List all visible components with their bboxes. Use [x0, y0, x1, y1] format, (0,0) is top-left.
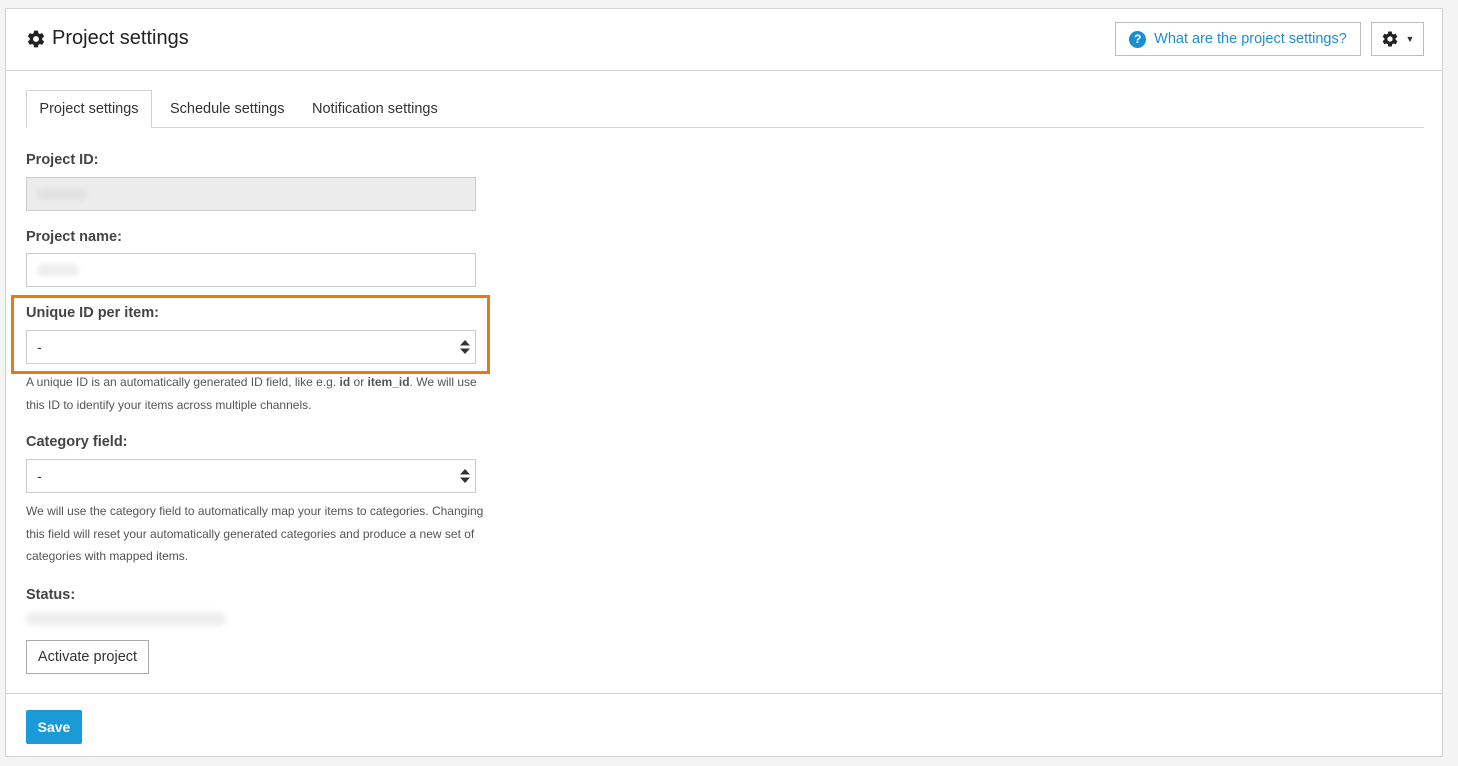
page-title: Project settings — [52, 27, 189, 49]
select-arrows-icon — [460, 469, 470, 483]
category-help: We will use the category field to automa… — [26, 504, 484, 563]
settings-panel: Project settings ? What are the project … — [5, 8, 1443, 757]
category-select[interactable]: - — [26, 459, 476, 493]
redacted-value — [37, 188, 87, 200]
select-arrows-icon — [460, 340, 470, 354]
help-button[interactable]: ? What are the project settings? — [1115, 22, 1361, 56]
gear-icon — [1382, 31, 1397, 47]
redacted-value — [37, 264, 79, 276]
question-circle-icon: ? — [1129, 30, 1147, 48]
tab-label: Project settings — [39, 101, 139, 117]
category-select-value: - — [37, 468, 42, 484]
help-text-code: id — [339, 375, 351, 389]
help-text-part: A unique ID is an automatically generate… — [26, 375, 340, 389]
settings-menu-button[interactable]: ▼ — [1371, 22, 1424, 56]
save-button[interactable]: Save — [26, 710, 82, 744]
gear-icon — [27, 30, 45, 47]
project-id-field — [26, 177, 476, 211]
redacted-status — [26, 612, 226, 626]
unique-id-select-value: - — [37, 339, 42, 355]
help-text-part: or — [350, 375, 368, 389]
tab-label: Notification settings — [312, 101, 438, 117]
project-id-label: Project ID: — [26, 152, 99, 168]
help-button-label: What are the project settings? — [1154, 31, 1347, 47]
unique-id-help: A unique ID is an automatically generate… — [26, 371, 496, 416]
page-title-wrap: Project settings — [26, 27, 189, 50]
help-text-code: item_id — [367, 375, 410, 389]
unique-id-label: Unique ID per item: — [26, 305, 159, 321]
tab-notification-settings[interactable]: Notification settings — [312, 90, 452, 128]
status-label: Status: — [26, 587, 76, 603]
activate-project-button[interactable]: Activate project — [26, 640, 149, 674]
caret-down-icon: ▼ — [1405, 34, 1415, 44]
tab-label: Schedule settings — [170, 101, 285, 117]
tab-bar: Project settings Schedule settings Notif… — [26, 90, 1424, 128]
category-label: Category field: — [26, 434, 128, 450]
footer-divider — [6, 693, 1442, 694]
project-name-input[interactable] — [26, 253, 476, 287]
panel-header: Project settings ? What are the project … — [6, 9, 1442, 71]
tab-schedule-settings[interactable]: Schedule settings — [170, 90, 290, 128]
unique-id-select[interactable]: - — [26, 330, 476, 364]
tab-project-settings[interactable]: Project settings — [26, 90, 152, 128]
project-name-label: Project name: — [26, 229, 122, 245]
